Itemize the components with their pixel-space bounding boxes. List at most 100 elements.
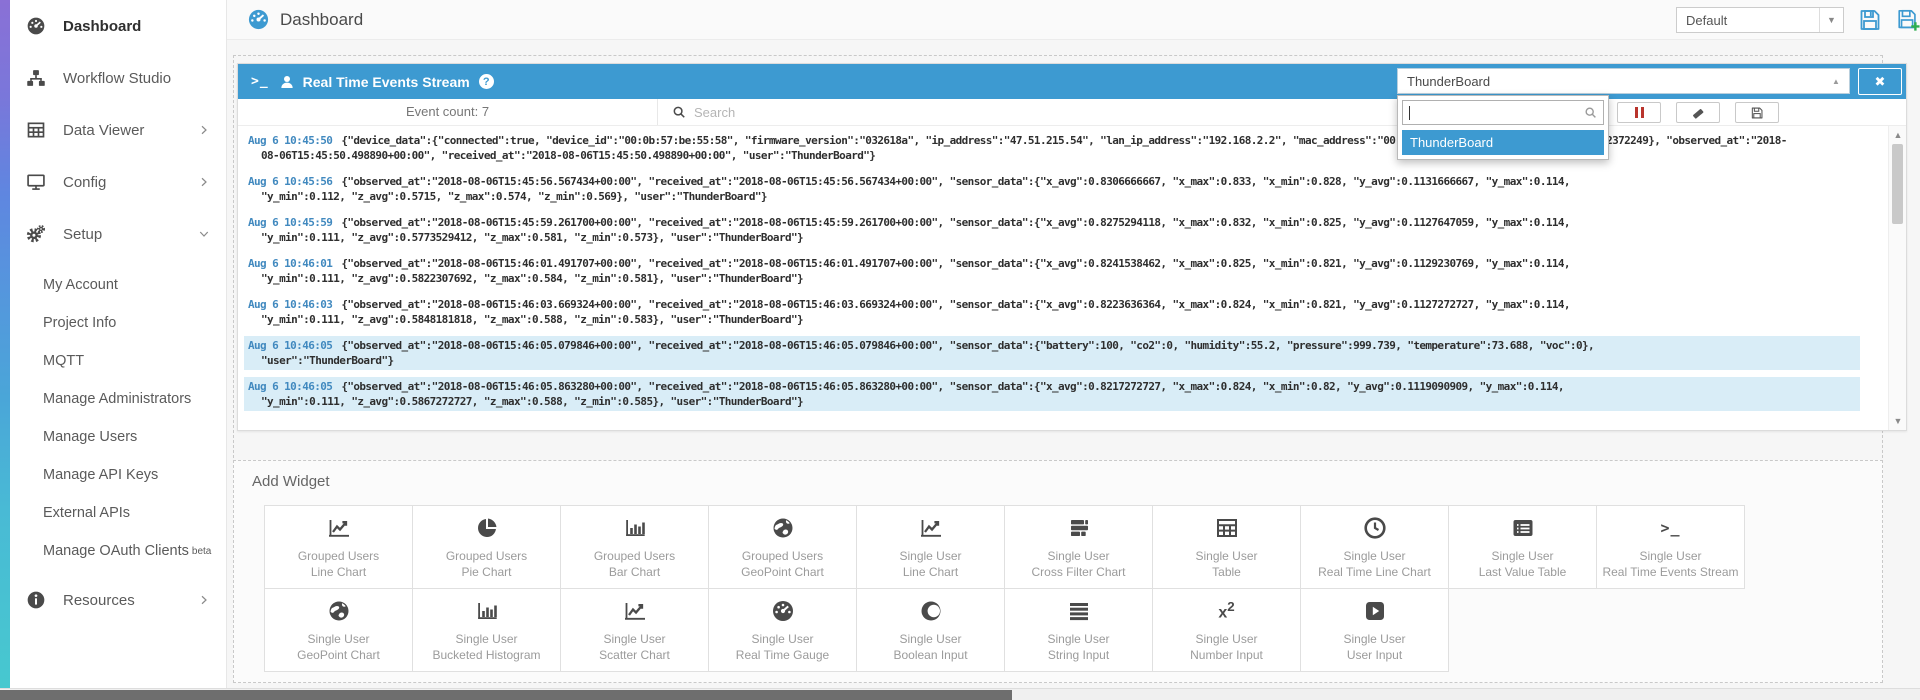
tile-group: Single User xyxy=(899,548,961,564)
tile-group: Single User xyxy=(893,631,967,647)
dropdown-search-input[interactable] xyxy=(1410,106,1584,120)
widget-tile-single-user-bucketed-histogram[interactable]: Single UserBucketed Histogram xyxy=(412,588,561,672)
widget-tile-single-user-boolean-input[interactable]: Single UserBoolean Input xyxy=(856,588,1005,672)
user-filter-select[interactable]: ThunderBoard ▲ xyxy=(1397,68,1850,94)
widget-tile-single-user-real-time-events-stream[interactable]: >_Single UserReal Time Events Stream xyxy=(1596,505,1745,589)
tile-type: Boolean Input xyxy=(893,647,967,663)
pause-icon xyxy=(1635,107,1644,118)
pie-chart-icon xyxy=(474,515,500,541)
widget-tile-grouped-users-geopoint-chart[interactable]: Grouped UsersGeoPoint Chart xyxy=(708,505,857,589)
widget-tile-single-user-scatter-chart[interactable]: Single UserScatter Chart xyxy=(560,588,709,672)
close-widget-button[interactable]: ✖ xyxy=(1858,68,1902,95)
sidebar-subitem-external-apis[interactable]: External APIs xyxy=(10,494,226,532)
sidebar-subitem-label: Project Info xyxy=(43,315,116,331)
tile-group: Single User xyxy=(1343,631,1405,647)
log-json-line: {"observed_at":"2018-08-06T15:46:05.0798… xyxy=(341,339,1594,352)
log-search-input[interactable] xyxy=(694,105,1254,120)
pause-button[interactable] xyxy=(1617,102,1661,123)
tile-type: Bar Chart xyxy=(594,564,675,580)
log-entry: Aug 6 10:45:56{"observed_at":"2018-08-06… xyxy=(244,172,1860,206)
dropdown-option-thunderboard[interactable]: ThunderBoard xyxy=(1402,130,1604,155)
sidebar-item-config[interactable]: Config xyxy=(10,156,226,208)
tile-group: Single User xyxy=(432,631,540,647)
sidebar-item-setup[interactable]: Setup xyxy=(10,208,226,260)
widget-tile-single-user-last-value-table[interactable]: Single UserLast Value Table xyxy=(1448,505,1597,589)
line-chart-icon xyxy=(622,598,648,624)
widget-tile-single-user-user-input[interactable]: Single UserUser Input xyxy=(1300,588,1449,672)
dropdown-search[interactable] xyxy=(1402,100,1604,125)
sidebar-item-workflow-studio[interactable]: Workflow Studio xyxy=(10,52,226,104)
log-timestamp: Aug 6 10:45:56 xyxy=(248,175,332,188)
tile-group: Single User xyxy=(1318,548,1431,564)
sidebar-subitem-mqtt[interactable]: MQTT xyxy=(10,342,226,380)
widget-tile-grouped-users-bar-chart[interactable]: Grouped UsersBar Chart xyxy=(560,505,709,589)
globe-icon xyxy=(770,515,796,541)
sidebar-item-label: Data Viewer xyxy=(63,122,144,139)
dashboard-select[interactable]: Default ▼ xyxy=(1676,7,1844,33)
sidebar-subitem-label: External APIs xyxy=(43,505,130,521)
tile-type: Real Time Line Chart xyxy=(1318,564,1431,580)
x-squared-icon: x2 xyxy=(1214,598,1240,624)
gears-icon xyxy=(26,224,46,244)
dashboard-main: >_ Real Time Events Stream ? ThunderBoar… xyxy=(227,40,1920,688)
sidebar-subitem-project-info[interactable]: Project Info xyxy=(10,304,226,342)
sidebar-subitem-my-account[interactable]: My Account xyxy=(10,266,226,304)
sidebar-nav: DashboardWorkflow Studio Data Viewer Confi… xyxy=(10,0,226,626)
sidebar-item-resources[interactable]: Resources xyxy=(10,574,226,626)
widget-tile-single-user-real-time-gauge[interactable]: Single UserReal Time Gauge xyxy=(708,588,857,672)
sidebar-subitem-manage-users[interactable]: Manage Users xyxy=(10,418,226,456)
widget-tile-grouped-users-line-chart[interactable]: Grouped UsersLine Chart xyxy=(264,505,413,589)
dashboard-gauge-icon xyxy=(247,8,270,31)
save-icon xyxy=(1750,106,1764,120)
topbar: Dashboard Default ▼ xyxy=(227,0,1920,40)
horizontal-scrollbar[interactable] xyxy=(0,688,1920,700)
sidebar-subitem-manage-administrators[interactable]: Manage Administrators xyxy=(10,380,226,418)
log-json-line: "user":"ThunderBoard"} xyxy=(261,353,1856,368)
export-button[interactable] xyxy=(1735,102,1779,123)
help-icon[interactable]: ? xyxy=(479,74,494,89)
tile-type: GeoPoint Chart xyxy=(741,564,824,580)
sidebar-item-data-viewer[interactable]: Data Viewer xyxy=(10,104,226,156)
user-filter-dropdown: ThunderBoard xyxy=(1397,95,1609,160)
scrollbar-thumb[interactable] xyxy=(1892,144,1903,224)
save-dashboard-as-icon[interactable] xyxy=(1896,8,1920,32)
clear-button[interactable] xyxy=(1676,102,1720,123)
scroll-down-icon[interactable]: ▼ xyxy=(1889,414,1907,428)
log-timestamp: Aug 6 10:46:01 xyxy=(248,257,332,270)
tile-group: Single User xyxy=(297,631,380,647)
tile-type: String Input xyxy=(1047,647,1109,663)
log-entry: Aug 6 10:46:05{"observed_at":"2018-08-06… xyxy=(244,336,1860,370)
log-entry: Aug 6 10:46:01{"observed_at":"2018-08-06… xyxy=(244,254,1860,288)
widget-toolbar: Event count: 7 xyxy=(238,99,1906,126)
widget-tile-label: Single UserLast Value Table xyxy=(1479,548,1567,580)
widget-tile-single-user-real-time-line-chart[interactable]: Single UserReal Time Line Chart xyxy=(1300,505,1449,589)
log-json-line: "y_min":0.112, "z_avg":0.5715, "z_max":0… xyxy=(261,189,1856,204)
sidebar-item-label: Config xyxy=(63,174,106,191)
scroll-up-icon[interactable]: ▲ xyxy=(1889,128,1907,142)
search-icon xyxy=(672,105,686,119)
user-icon xyxy=(279,74,295,90)
horizontal-scrollbar-thumb[interactable] xyxy=(0,690,1012,700)
widget-tile-single-user-number-input[interactable]: x2Single UserNumber Input xyxy=(1152,588,1301,672)
search-icon xyxy=(1584,106,1597,119)
log-scrollbar[interactable]: ▲ ▼ xyxy=(1888,126,1906,430)
widget-tile-label: Grouped UsersBar Chart xyxy=(594,548,675,580)
sidebar-subitem-manage-oauth-clients[interactable]: Manage OAuth Clientsbeta xyxy=(10,532,226,570)
save-dashboard-icon[interactable] xyxy=(1858,8,1882,32)
page-title-wrap: Dashboard xyxy=(247,8,363,31)
widget-tile-single-user-cross-filter-chart[interactable]: Single UserCross Filter Chart xyxy=(1004,505,1153,589)
widget-tile-single-user-table[interactable]: Single UserTable xyxy=(1152,505,1301,589)
widget-tile-single-user-geopoint-chart[interactable]: Single UserGeoPoint Chart xyxy=(264,588,413,672)
widget-tile-single-user-line-chart[interactable]: Single UserLine Chart xyxy=(856,505,1005,589)
sidebar-subitem-label: Manage API Keys xyxy=(43,467,158,483)
clock-icon xyxy=(1362,515,1388,541)
event-log: Aug 6 10:45:50{"device_data":{"connected… xyxy=(238,126,1888,430)
page-title: Dashboard xyxy=(280,10,363,30)
sidebar-subitem-manage-api-keys[interactable]: Manage API Keys xyxy=(10,456,226,494)
list-table-icon xyxy=(1510,515,1536,541)
widget-tile-label: Single UserScatter Chart xyxy=(599,631,670,663)
widget-tile-grouped-users-pie-chart[interactable]: Grouped UsersPie Chart xyxy=(412,505,561,589)
log-timestamp: Aug 6 10:46:03 xyxy=(248,298,332,311)
widget-tile-single-user-string-input[interactable]: Single UserString Input xyxy=(1004,588,1153,672)
sidebar-item-dashboard[interactable]: Dashboard xyxy=(10,0,226,52)
